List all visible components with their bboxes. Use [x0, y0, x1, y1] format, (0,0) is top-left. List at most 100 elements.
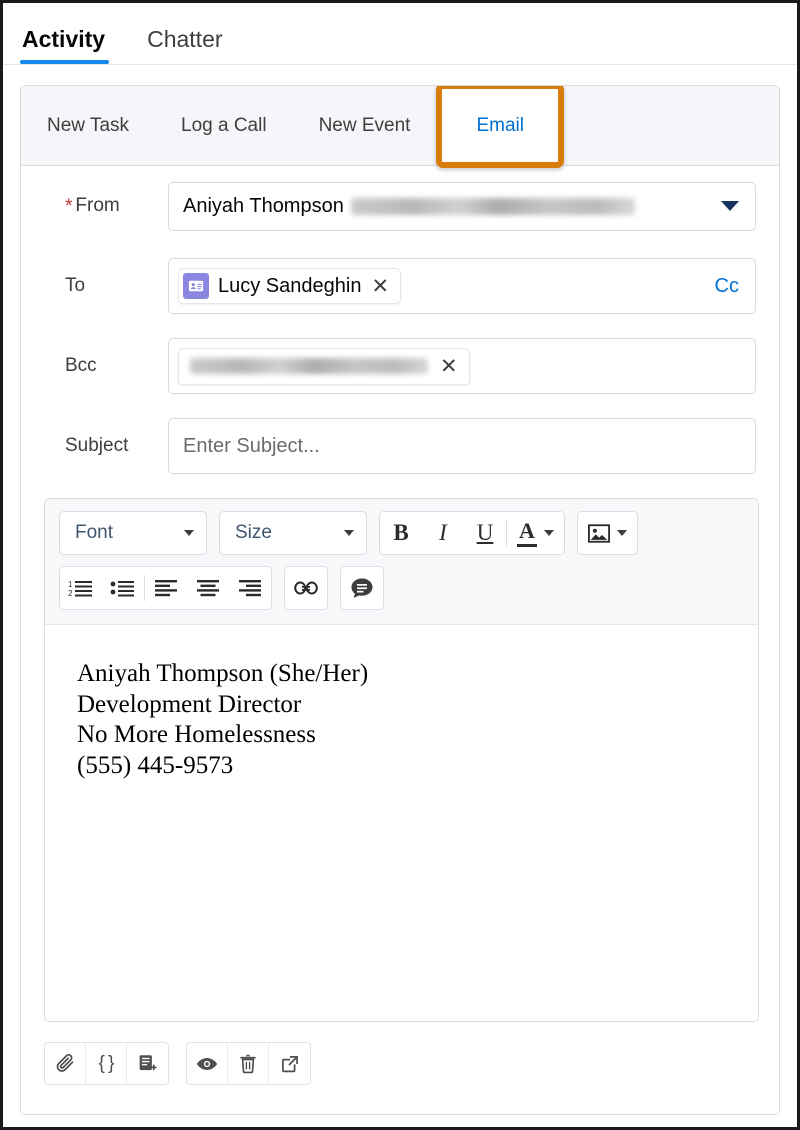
bcc-chip[interactable]: ✕: [178, 348, 470, 385]
subject-placeholder: Enter Subject...: [183, 435, 320, 458]
speech-bubble-icon: [350, 577, 374, 599]
screenshot-frame: Activity Chatter New Task Log a Call New…: [0, 0, 800, 1130]
align-left-button[interactable]: [145, 567, 187, 609]
merge-field-button[interactable]: { }: [86, 1043, 127, 1084]
to-input[interactable]: Lucy Sandeghin ✕ Cc: [168, 258, 756, 314]
underline-button[interactable]: U: [464, 512, 506, 554]
action-tab-email[interactable]: Email: [436, 85, 564, 168]
recipient-chip[interactable]: Lucy Sandeghin ✕: [178, 268, 401, 304]
editor-toolbar-row-2: 1 2: [59, 566, 744, 610]
editor-toolbar-row-1: Font Size B I: [59, 511, 744, 555]
insert-template-button[interactable]: [127, 1043, 168, 1084]
insert-link-button[interactable]: [285, 567, 327, 609]
tab-activity-label: Activity: [22, 26, 105, 52]
email-body-editor[interactable]: Aniyah Thompson (She/Her) Development Di…: [45, 625, 758, 1021]
numbered-list-icon: 1 2: [68, 578, 94, 598]
align-left-icon: [154, 579, 178, 597]
email-signature: Aniyah Thompson (She/Her) Development Di…: [65, 659, 738, 781]
list-align-group: 1 2: [59, 566, 272, 610]
rich-text-editor: Font Size B I: [44, 498, 759, 1022]
external-link-icon: [280, 1054, 300, 1074]
to-label: To: [41, 275, 168, 297]
align-center-button[interactable]: [187, 567, 229, 609]
from-value: Aniyah Thompson: [183, 195, 635, 218]
chevron-down-icon: [344, 530, 354, 536]
bcc-label-text: Bcc: [65, 355, 97, 377]
eye-icon: [196, 1053, 218, 1075]
signature-line: (555) 445-9573: [77, 751, 738, 782]
svg-text:2: 2: [68, 589, 73, 598]
tab-chatter-label: Chatter: [147, 26, 222, 52]
delete-draft-button[interactable]: [228, 1043, 269, 1084]
recipient-chip-label: Lucy Sandeghin: [218, 275, 361, 298]
from-row: * From Aniyah Thompson: [41, 166, 759, 246]
bold-button[interactable]: B: [380, 512, 422, 554]
chevron-down-icon: [617, 530, 627, 536]
chevron-down-icon: [184, 530, 194, 536]
image-icon: [588, 524, 610, 543]
from-label: * From: [41, 195, 168, 217]
font-size-select[interactable]: Size: [219, 511, 367, 555]
action-tab-log-a-call-label: Log a Call: [181, 115, 267, 137]
bcc-row: Bcc ✕: [41, 326, 759, 406]
bcc-input[interactable]: ✕: [168, 338, 756, 394]
quick-text-group: [340, 566, 384, 610]
bcc-label: Bcc: [41, 355, 168, 377]
action-tab-new-task-label: New Task: [47, 115, 129, 137]
attach-file-button[interactable]: [45, 1043, 86, 1084]
align-right-icon: [238, 579, 262, 597]
to-label-text: To: [65, 275, 85, 297]
align-right-button[interactable]: [229, 567, 271, 609]
insert-image-button[interactable]: [578, 512, 637, 554]
from-label-text: From: [75, 195, 119, 217]
subject-input[interactable]: Enter Subject...: [168, 418, 756, 474]
insert-link-group: [284, 566, 328, 610]
italic-button[interactable]: I: [422, 512, 464, 554]
link-icon: [294, 580, 318, 596]
cc-link[interactable]: Cc: [715, 275, 739, 298]
bcc-email-redacted: [190, 358, 428, 374]
bold-icon: B: [393, 520, 408, 546]
contact-card-icon: [183, 273, 209, 299]
bcc-control: ✕: [168, 338, 759, 394]
text-style-group: B I U A: [379, 511, 565, 555]
tab-chatter[interactable]: Chatter: [145, 28, 240, 64]
text-color-button[interactable]: A: [507, 512, 564, 554]
remove-bcc-icon[interactable]: ✕: [439, 356, 458, 377]
text-color-letter: A: [519, 520, 535, 542]
action-tab-new-task[interactable]: New Task: [21, 86, 155, 165]
subject-row: Subject Enter Subject...: [41, 406, 759, 486]
trash-icon: [238, 1053, 258, 1074]
to-row: To: [41, 246, 759, 326]
composer-footer-toolbar: { }: [21, 1022, 779, 1085]
subject-label: Subject: [41, 435, 168, 457]
to-control: Lucy Sandeghin ✕ Cc: [168, 258, 759, 314]
chevron-down-icon: [544, 530, 554, 536]
bulleted-list-button[interactable]: [102, 567, 144, 609]
braces-icon: { }: [99, 1053, 114, 1075]
ordered-list-button[interactable]: 1 2: [60, 567, 102, 609]
underline-icon: U: [477, 520, 494, 546]
signature-line: Development Director: [77, 690, 738, 721]
from-email-redacted: [351, 198, 635, 215]
paperclip-icon: [55, 1053, 76, 1074]
align-center-icon: [196, 579, 220, 597]
action-tab-log-a-call[interactable]: Log a Call: [155, 86, 293, 165]
bulleted-list-icon: [110, 578, 136, 598]
preview-button[interactable]: [187, 1043, 228, 1084]
template-add-icon: [137, 1053, 158, 1074]
action-tab-new-event[interactable]: New Event: [293, 86, 437, 165]
font-family-select[interactable]: Font: [59, 511, 207, 555]
italic-icon: I: [439, 520, 447, 546]
tab-activity[interactable]: Activity: [20, 28, 125, 64]
text-color-swatch: [517, 544, 537, 547]
from-select[interactable]: Aniyah Thompson: [168, 182, 756, 231]
popout-button[interactable]: [269, 1043, 310, 1084]
signature-line: Aniyah Thompson (She/Her): [77, 659, 738, 690]
email-form: * From Aniyah Thompson To: [21, 166, 779, 486]
footer-insert-group: { }: [44, 1042, 169, 1085]
remove-recipient-icon[interactable]: ✕: [370, 276, 389, 297]
quick-text-button[interactable]: [341, 567, 383, 609]
text-color-icon: A: [517, 520, 537, 547]
action-tab-new-event-label: New Event: [319, 115, 411, 137]
